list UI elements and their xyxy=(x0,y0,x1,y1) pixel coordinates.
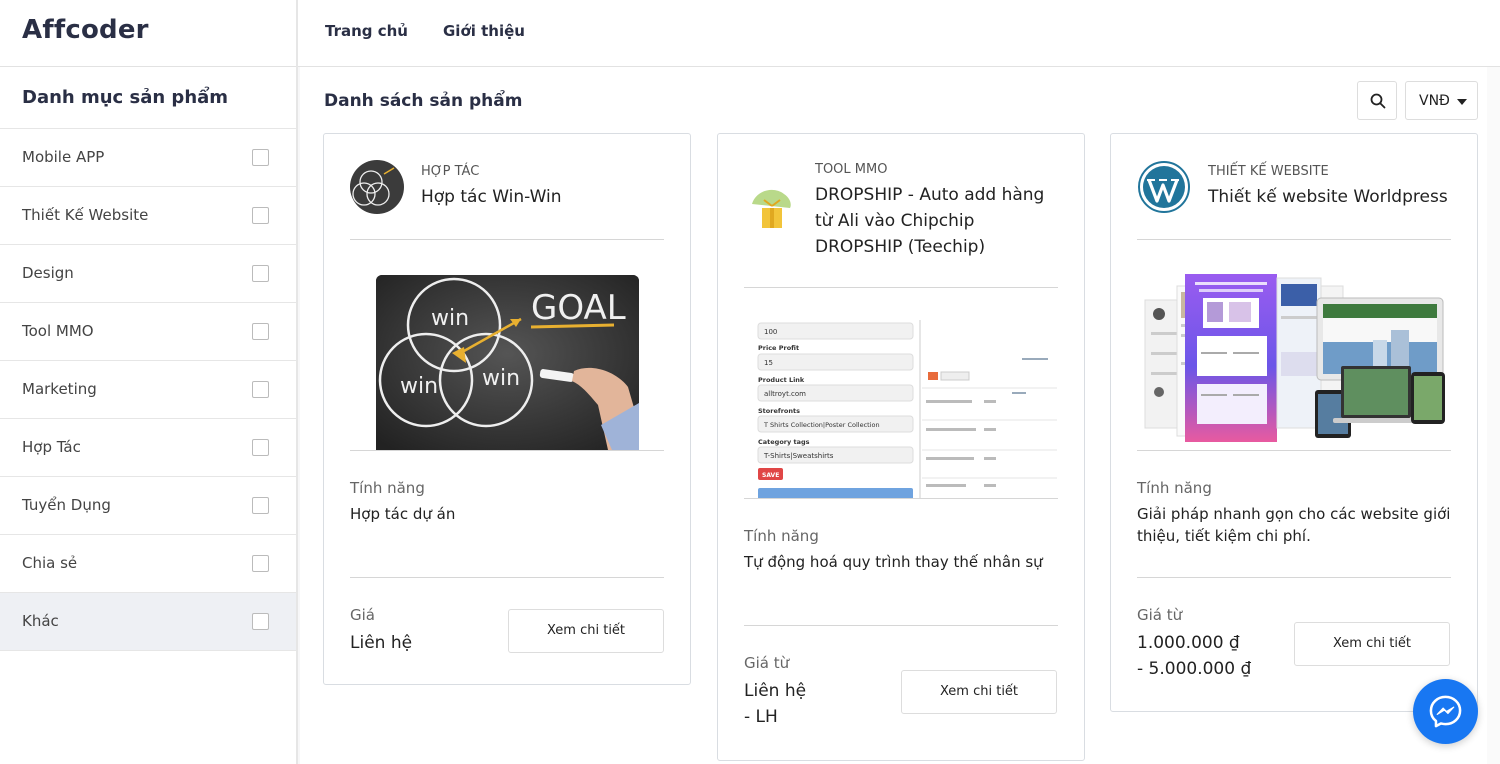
category-checkbox[interactable] xyxy=(252,265,269,282)
storefronts-label: Storefronts xyxy=(758,407,800,415)
category-tags-value: T-Shirts|Sweatshirts xyxy=(763,452,834,460)
price-profit-value: 15 xyxy=(764,359,773,367)
price-value: 1.000.000 ₫ xyxy=(1137,633,1240,653)
storefronts-value: T Shirts Collection|Poster Collection xyxy=(763,421,880,429)
product-name[interactable]: Thiết kế website Worldpress xyxy=(1208,184,1457,210)
product-link-label: Product Link xyxy=(758,376,805,384)
price-value: Liên hệ xyxy=(350,633,413,653)
category-checkbox[interactable] xyxy=(252,207,269,224)
divider xyxy=(1137,577,1451,578)
divider xyxy=(350,239,664,240)
price-value-max: - LH xyxy=(744,707,778,727)
product-image[interactable]: 100 Price Profit 15 Product Link alltroy… xyxy=(744,320,1057,498)
price-label: Giá từ xyxy=(744,654,790,672)
divider xyxy=(1137,239,1451,240)
wordpress-icon xyxy=(1137,160,1191,214)
price-profit-label: Price Profit xyxy=(758,344,799,352)
divider xyxy=(744,287,1058,288)
currency-value: VNĐ xyxy=(1419,93,1450,109)
category-label: Thiết Kế Website xyxy=(22,206,149,224)
product-card: HỢP TÁC Hợp tác Win-Win GOAL win win win xyxy=(323,133,691,685)
product-logo xyxy=(350,160,404,214)
product-card: TOOL MMO DROPSHIP - Auto add hàng từ Ali… xyxy=(717,133,1085,761)
divider xyxy=(1137,450,1451,451)
feature-text: Hợp tác dự án xyxy=(350,505,456,523)
category-checkbox[interactable] xyxy=(252,381,269,398)
category-sidebar: Danh mục sản phẩm Mobile APP Thiết Kế We… xyxy=(0,67,298,764)
messenger-button[interactable] xyxy=(1413,679,1478,744)
scrollbar[interactable] xyxy=(1487,67,1500,764)
view-detail-button[interactable]: Xem chi tiết xyxy=(508,609,664,653)
sidebar-title: Danh mục sản phẩm xyxy=(0,67,296,129)
feature-label: Tính năng xyxy=(1137,479,1212,497)
view-detail-button[interactable]: Xem chi tiết xyxy=(1294,622,1450,666)
product-name[interactable]: Hợp tác Win-Win xyxy=(421,184,670,210)
category-item-tuyen-dung[interactable]: Tuyển Dụng xyxy=(0,477,296,535)
goal-text: GOAL xyxy=(531,288,626,328)
product-card: THIẾT KẾ WEBSITE Thiết kế website Worldp… xyxy=(1110,133,1478,712)
category-label: Mobile APP xyxy=(22,148,105,166)
category-item-mobile-app[interactable]: Mobile APP xyxy=(0,129,296,187)
price-label: Giá xyxy=(350,606,375,624)
messenger-icon xyxy=(1429,695,1462,728)
product-image[interactable] xyxy=(1137,272,1450,450)
product-category: THIẾT KẾ WEBSITE xyxy=(1208,164,1329,179)
category-label: Chia sẻ xyxy=(22,554,78,572)
win-text-2: win xyxy=(400,374,438,399)
category-label: Marketing xyxy=(22,380,97,398)
view-detail-button[interactable]: Xem chi tiết xyxy=(901,670,1057,714)
save-label: SAVE xyxy=(762,472,779,479)
category-checkbox[interactable] xyxy=(252,323,269,340)
qty-value: 100 xyxy=(764,328,777,336)
divider xyxy=(744,625,1058,626)
product-category: TOOL MMO xyxy=(815,162,888,177)
win-text-1: win xyxy=(431,306,469,331)
top-bar: Affcoder Trang chủ Giới thiệu xyxy=(0,0,1500,67)
category-item-marketing[interactable]: Marketing xyxy=(0,361,296,419)
category-item-khac[interactable]: Khác xyxy=(0,593,296,651)
category-label: Tool MMO xyxy=(22,322,94,340)
divider xyxy=(350,450,664,451)
price-value: Liên hệ xyxy=(744,681,807,701)
category-item-hop-tac[interactable]: Hợp Tác xyxy=(0,419,296,477)
nav-about[interactable]: Giới thiệu xyxy=(443,22,525,40)
product-image[interactable]: GOAL win win win xyxy=(376,275,639,450)
product-name[interactable]: DROPSHIP - Auto add hàng từ Ali vào Chip… xyxy=(815,182,1064,260)
category-checkbox[interactable] xyxy=(252,613,269,630)
product-category: HỢP TÁC xyxy=(421,164,480,179)
feature-text: Giải pháp nhanh gọn cho các website giới… xyxy=(1137,505,1451,545)
product-link-value: alltroyt.com xyxy=(764,390,806,398)
product-list-title: Danh sách sản phẩm xyxy=(324,91,523,111)
price-value-max: - 5.000.000 ₫ xyxy=(1137,659,1252,679)
category-checkbox[interactable] xyxy=(252,149,269,166)
category-item-tool-mmo[interactable]: Tool MMO xyxy=(0,303,296,361)
category-item-design[interactable]: Design xyxy=(0,245,296,303)
category-label: Tuyển Dụng xyxy=(22,496,111,514)
category-item-thiet-ke-website[interactable]: Thiết Kế Website xyxy=(0,187,296,245)
product-logo xyxy=(744,184,798,238)
feature-text: Tự động hoá quy trình thay thế nhân sự xyxy=(744,553,1043,571)
search-button[interactable] xyxy=(1357,81,1397,120)
category-checkbox[interactable] xyxy=(252,497,269,514)
category-label: Khác xyxy=(22,612,59,630)
category-item-chia-se[interactable]: Chia sẻ xyxy=(0,535,296,593)
category-checkbox[interactable] xyxy=(252,439,269,456)
logo-box: Affcoder xyxy=(0,0,298,67)
divider xyxy=(744,498,1058,499)
feature-label: Tính năng xyxy=(744,527,819,545)
feature-label: Tính năng xyxy=(350,479,425,497)
search-icon xyxy=(1370,93,1386,109)
category-checkbox[interactable] xyxy=(252,555,269,572)
nav-home[interactable]: Trang chủ xyxy=(325,22,408,40)
divider xyxy=(350,577,664,578)
site-logo[interactable]: Affcoder xyxy=(22,15,149,45)
category-tags-label: Category tags xyxy=(758,438,810,446)
category-label: Design xyxy=(22,264,74,282)
price-label: Giá từ xyxy=(1137,606,1183,624)
caret-down-icon xyxy=(1457,99,1467,105)
product-list-area: Danh sách sản phẩm VNĐ HỢP TÁC Hợp tác W… xyxy=(300,67,1500,764)
currency-select[interactable]: VNĐ xyxy=(1405,81,1478,120)
category-label: Hợp Tác xyxy=(22,438,81,456)
win-text-3: win xyxy=(482,366,520,391)
